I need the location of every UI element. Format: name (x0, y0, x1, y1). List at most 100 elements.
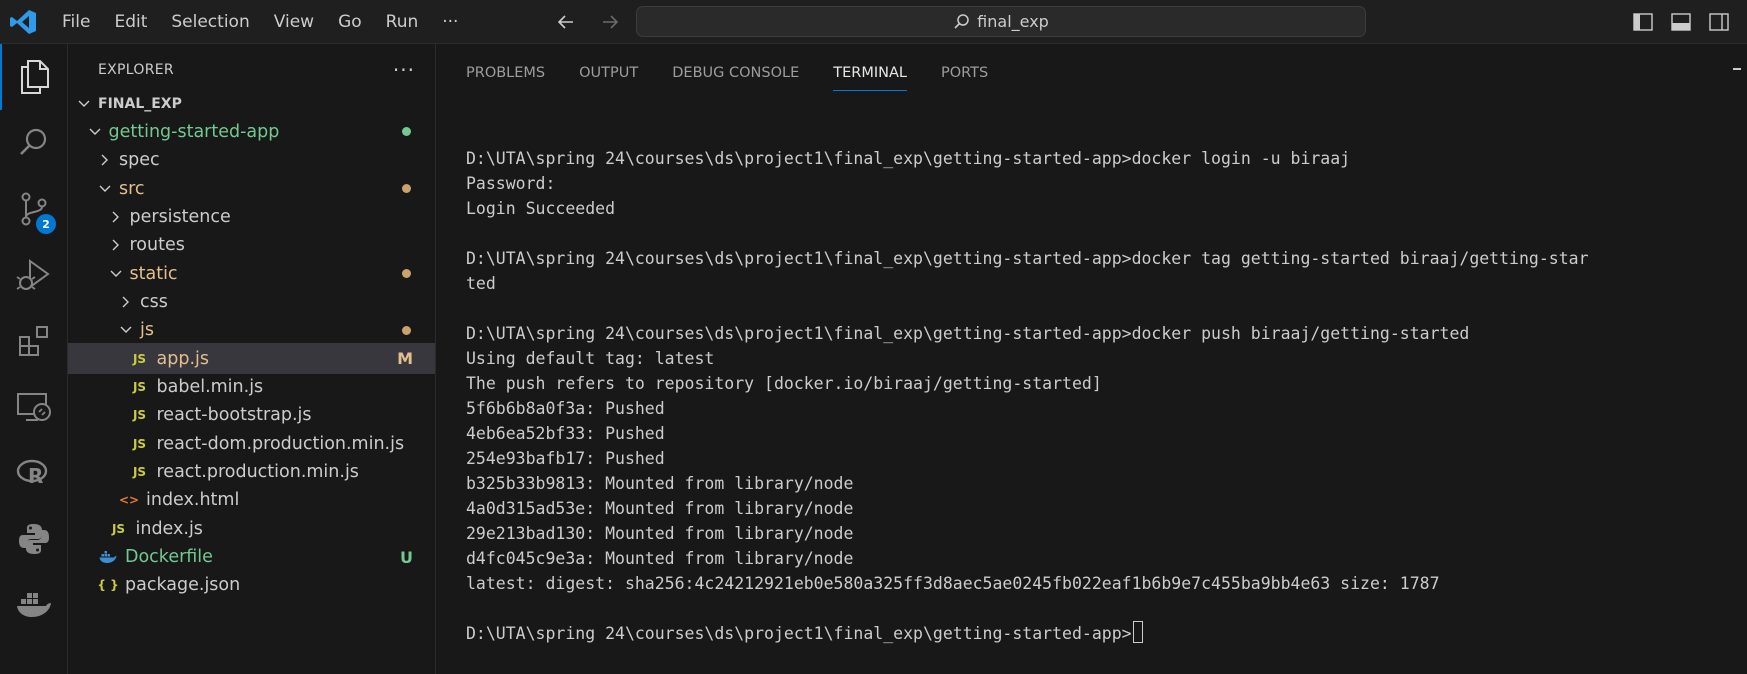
folder-item[interactable]: routes (68, 230, 435, 261)
search-icon (954, 13, 969, 29)
file-item[interactable]: JS react-dom.production.min.js (68, 428, 435, 459)
file-item[interactable]: JS react.production.min.js (68, 457, 435, 488)
git-status-badge: M (397, 349, 413, 369)
command-center-search[interactable]: final_exp (636, 6, 1366, 37)
activity-bar: 2 R (0, 44, 68, 674)
terminal-output[interactable]: D:\UTA\spring 24\courses\ds\project1\fin… (466, 146, 1726, 646)
tab-debug-console[interactable]: DEBUG CONSOLE (672, 44, 799, 102)
git-status-badge: U (400, 547, 413, 567)
file-item[interactable]: <> index.html (68, 485, 435, 516)
modified-dot (402, 127, 411, 137)
more-actions-icon[interactable]: ··· (393, 58, 415, 82)
chevron-down-icon (108, 266, 124, 282)
terminal-line-text: d4fc045c9e3a: Mounted from library/node (466, 549, 854, 568)
file-item[interactable]: JS babel.min.js (68, 372, 435, 403)
folder-item[interactable]: src (68, 173, 435, 204)
menu-bar: File Edit Selection View Go Run ··· (50, 0, 470, 44)
activity-python[interactable] (0, 506, 68, 572)
toggle-secondary-sidebar-icon[interactable] (1707, 10, 1731, 34)
js-file-icon: JS (132, 408, 147, 423)
folder-item[interactable]: persistence (68, 201, 435, 232)
tree-item-label: index.html (146, 490, 240, 511)
js-file-icon: JS (132, 351, 147, 366)
toggle-primary-sidebar-icon[interactable] (1631, 10, 1655, 34)
json-file-icon: { } (97, 578, 119, 593)
terminal-line-text: 5f6b6b8a0f3a: Pushed (466, 399, 665, 418)
source-control-badge: 2 (36, 214, 56, 234)
menu-more[interactable]: ··· (430, 0, 470, 44)
panel: PROBLEMS OUTPUT DEBUG CONSOLE TERMINAL PORTS… (436, 44, 1747, 674)
back-arrow-icon[interactable] (552, 8, 580, 36)
tree-item-label: package.json (125, 575, 241, 596)
tree-item-label: static (129, 263, 178, 284)
modified-dot (402, 184, 411, 194)
menu-view[interactable]: View (262, 0, 326, 44)
activity-search[interactable] (0, 110, 68, 176)
folder-item[interactable]: static (68, 258, 435, 289)
docker-file-icon (97, 550, 119, 564)
search-icon (20, 128, 47, 155)
activity-explorer[interactable] (0, 44, 68, 110)
tab-terminal[interactable]: TERMINAL (833, 44, 907, 102)
menu-selection[interactable]: Selection (159, 0, 261, 44)
html-file-icon: <> (118, 493, 140, 508)
chevron-right-icon (97, 152, 113, 168)
activity-run-debug[interactable] (0, 242, 68, 308)
tab-output[interactable]: OUTPUT (579, 44, 638, 102)
tab-ports[interactable]: PORTS (941, 44, 988, 102)
toggle-panel-icon[interactable] (1669, 10, 1693, 34)
explorer-sidebar: EXPLORER ··· FINAL_EXP getting-started-ap… (68, 44, 436, 674)
chevron-down-icon (87, 124, 103, 140)
menu-run[interactable]: Run (374, 0, 431, 44)
terminal-line: d4fc045c9e3a: Mounted from library/node (466, 546, 1726, 571)
menu-edit[interactable]: Edit (102, 0, 159, 44)
file-item[interactable]: JS app.js M (68, 343, 435, 375)
folder-item[interactable]: getting-started-app (68, 116, 435, 147)
layout-controls (1631, 10, 1731, 34)
chevron-right-icon (108, 237, 124, 253)
terminal-line: D:\UTA\spring 24\courses\ds\project1\fin… (466, 621, 1726, 646)
terminal-line: 254e93bafb17: Pushed (466, 446, 1726, 471)
terminal-line-text: Using default tag: latest (466, 349, 715, 368)
terminal-line-text: D:\UTA\spring 24\courses\ds\project1\fin… (466, 249, 1589, 268)
file-item[interactable]: JS index.js (68, 513, 435, 544)
chevron-down-icon (118, 322, 134, 338)
file-item[interactable]: JS react-bootstrap.js (68, 400, 435, 431)
file-item[interactable]: Dockerfile U (68, 542, 435, 573)
folder-item[interactable]: css (68, 286, 435, 317)
terminal-line-text: 4a0d315ad53e: Mounted from library/node (466, 499, 854, 518)
tree-item-label: css (140, 291, 168, 312)
python-icon (19, 524, 49, 554)
folder-item[interactable]: js (68, 315, 435, 346)
title-bar: File Edit Selection View Go Run ··· final_exp (0, 0, 1747, 44)
terminal-line: 4eb6ea52bf33: Pushed (466, 421, 1726, 446)
terminal-line: D:\UTA\spring 24\courses\ds\project1\fin… (466, 146, 1726, 171)
menu-go[interactable]: Go (326, 0, 374, 44)
activity-docker[interactable] (0, 572, 68, 638)
terminal-line: 5f6b6b8a0f3a: Pushed (466, 396, 1726, 421)
activity-remote-explorer[interactable] (0, 374, 68, 440)
terminal-line-text: 29e213bad130: Mounted from library/node (466, 524, 854, 543)
js-file-icon: JS (132, 465, 147, 480)
tab-problems[interactable]: PROBLEMS (466, 44, 545, 102)
js-file-icon: JS (111, 521, 126, 536)
terminal-line: D:\UTA\spring 24\courses\ds\project1\fin… (466, 321, 1726, 346)
folder-item[interactable]: spec (68, 145, 435, 176)
panel-tabs: PROBLEMS OUTPUT DEBUG CONSOLE TERMINAL PORTS (436, 44, 1022, 102)
terminal-line-text: b325b33b9813: Mounted from library/node (466, 474, 854, 493)
terminal-line-text: ted (466, 274, 496, 293)
terminal-line: D:\UTA\spring 24\courses\ds\project1\fin… (466, 246, 1726, 271)
activity-r[interactable]: R (0, 440, 68, 506)
activity-extensions[interactable] (0, 308, 68, 374)
activity-source-control[interactable]: 2 (0, 176, 68, 242)
panel-maximize-icon[interactable] (1733, 68, 1741, 70)
file-item[interactable]: { } package.json (68, 570, 435, 601)
forward-arrow-icon[interactable] (596, 8, 624, 36)
terminal-line-text: 254e93bafb17: Pushed (466, 449, 665, 468)
menu-file[interactable]: File (50, 0, 102, 44)
folder-item[interactable]: FINAL_EXP (68, 88, 435, 119)
tree-item-label: src (119, 178, 145, 199)
vscode-logo-icon[interactable] (8, 8, 38, 36)
